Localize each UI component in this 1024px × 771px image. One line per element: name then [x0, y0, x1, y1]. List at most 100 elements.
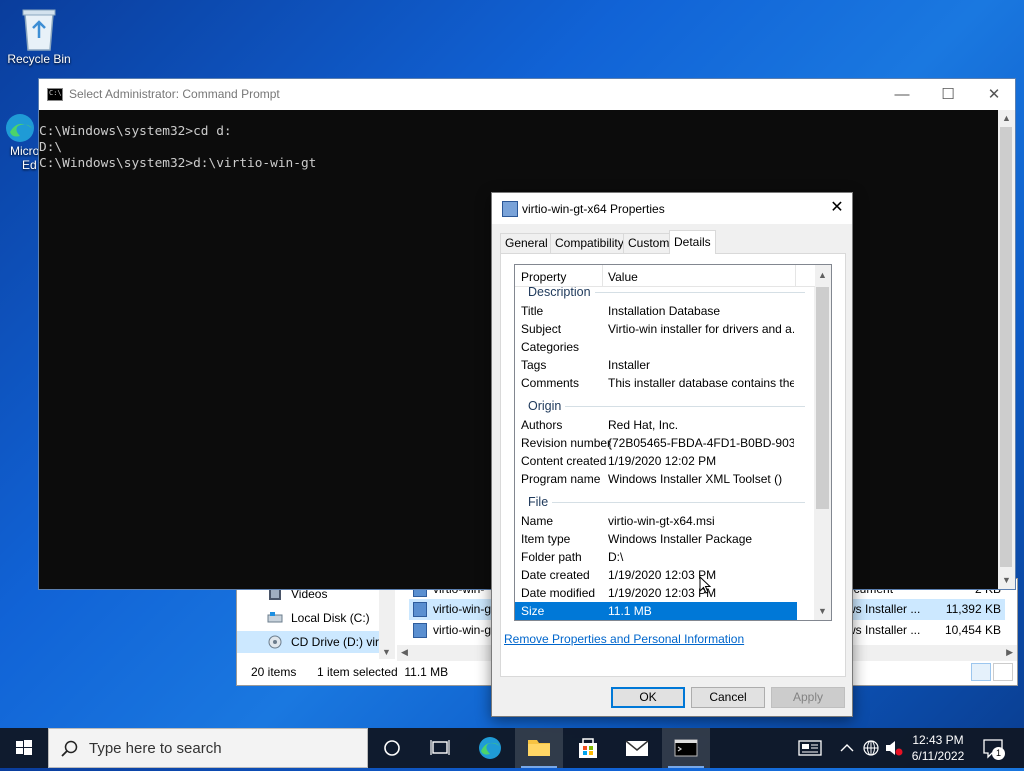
- recycle-bin-label: Recycle Bin: [7, 52, 71, 66]
- clock-date: 6/11/2022: [911, 749, 965, 763]
- console-line: C:\Windows\system32>cd d:: [39, 124, 232, 139]
- news-widget-button[interactable]: [794, 728, 828, 768]
- ok-button[interactable]: OK: [611, 687, 685, 708]
- chevron-up-icon: [840, 744, 854, 752]
- listview-scroll-thumb[interactable]: [816, 287, 829, 509]
- cmd-taskbar-button[interactable]: [662, 728, 710, 768]
- news-icon: [798, 740, 822, 756]
- scroll-down-icon[interactable]: ▼: [814, 603, 831, 620]
- listview-scrollbar[interactable]: ▲ ▼: [814, 265, 831, 620]
- property-row[interactable]: Tags Installer: [515, 356, 797, 374]
- console-line: C:\Windows\system32>d:\virtio-win-gt: [39, 156, 317, 171]
- property-row[interactable]: Revision number {72B05465-FBDA-4FD1-B0BD-…: [515, 434, 797, 452]
- property-row[interactable]: Content created 1/19/2020 12:02 PM: [515, 452, 797, 470]
- show-hidden-icons-button[interactable]: [836, 728, 858, 768]
- notifications-button[interactable]: 1: [978, 728, 1008, 768]
- property-row[interactable]: Folder path D:\: [515, 548, 797, 566]
- close-button[interactable]: ✕: [822, 193, 852, 224]
- cmd-icon: [674, 739, 698, 757]
- taskbar: Type here to search 12:43 PM 6/11/2022 1: [0, 728, 1024, 768]
- search-placeholder: Type here to search: [89, 740, 222, 757]
- cmd-scrollbar[interactable]: ▲ ▼: [998, 110, 1015, 589]
- property-row-selected[interactable]: Size 11.1 MB: [515, 602, 797, 620]
- msi-file-icon: [413, 602, 427, 617]
- edge-icon: [479, 737, 501, 759]
- minimize-button[interactable]: —: [879, 79, 925, 110]
- details-view-icon[interactable]: [971, 663, 991, 681]
- drive-icon: [267, 610, 283, 626]
- column-header-property[interactable]: Property: [521, 270, 566, 284]
- tab-general[interactable]: General: [500, 233, 553, 253]
- nav-item-cd-drive[interactable]: CD Drive (D:) virt: [237, 631, 387, 653]
- details-listview[interactable]: Property Value Description Title Installa…: [514, 264, 832, 621]
- property-row[interactable]: Program name Windows Installer XML Toolse…: [515, 470, 797, 488]
- property-row[interactable]: Name virtio-win-gt-x64.msi: [515, 512, 797, 530]
- edge-icon: [4, 112, 36, 144]
- console-line: D:\: [39, 140, 63, 155]
- task-view-icon: [430, 740, 450, 755]
- property-row[interactable]: Subject Virtio-win installer for drivers …: [515, 320, 797, 338]
- edge-label-line1: Micro: [10, 144, 40, 158]
- maximize-button[interactable]: ☐: [925, 79, 971, 110]
- clock-time: 12:43 PM: [912, 733, 964, 747]
- store-bag-icon: [579, 738, 597, 758]
- large-icons-view-icon[interactable]: [993, 663, 1013, 681]
- cmd-title: Select Administrator: Command Prompt: [69, 87, 280, 101]
- scroll-up-icon[interactable]: ▲: [998, 110, 1015, 127]
- store-taskbar-button[interactable]: [564, 728, 612, 768]
- status-item-count: 20 items: [251, 665, 297, 679]
- property-row[interactable]: Title Installation Database: [515, 302, 797, 320]
- recycle-bin-icon: [19, 6, 59, 52]
- folder-icon: [528, 740, 550, 756]
- edge-desktop-icon[interactable]: Micro Ed: [0, 112, 40, 172]
- tab-compatibility[interactable]: Compatibility: [550, 233, 629, 253]
- tab-custom[interactable]: Custom: [623, 233, 675, 253]
- edge-taskbar-button[interactable]: [466, 728, 514, 768]
- properties-dialog[interactable]: virtio-win-gt-x64 Properties ✕ General C…: [491, 192, 853, 717]
- nav-item-local-disk[interactable]: Local Disk (C:): [237, 607, 387, 629]
- network-tray-button[interactable]: [860, 728, 882, 768]
- taskbar-search-box[interactable]: Type here to search: [48, 728, 368, 768]
- property-row[interactable]: Item type Windows Installer Package: [515, 530, 797, 548]
- cmd-scroll-thumb[interactable]: [1000, 127, 1012, 567]
- properties-title: virtio-win-gt-x64 Properties: [522, 202, 665, 216]
- windows-logo-icon: [16, 740, 32, 755]
- group-header-file: File: [515, 492, 807, 512]
- cancel-button[interactable]: Cancel: [691, 687, 765, 708]
- property-row[interactable]: Categories: [515, 338, 797, 356]
- task-view-button[interactable]: [368, 728, 416, 768]
- cmd-titlebar[interactable]: C:\ Select Administrator: Command Prompt…: [39, 79, 1015, 110]
- notification-count-badge: 1: [992, 747, 1005, 760]
- cmd-icon: C:\: [47, 88, 63, 101]
- cortana-circle-icon: [384, 740, 400, 756]
- file-explorer-taskbar-button[interactable]: [515, 728, 563, 768]
- msi-file-icon: [413, 623, 427, 638]
- listview-header: Property Value: [515, 265, 815, 287]
- installer-package-icon: [502, 201, 518, 217]
- property-row[interactable]: Authors Red Hat, Inc.: [515, 416, 797, 434]
- start-button[interactable]: [0, 728, 48, 768]
- column-header-value[interactable]: Value: [608, 270, 638, 284]
- property-row[interactable]: Date created 1/19/2020 12:03 PM: [515, 566, 797, 584]
- network-globe-icon: [863, 740, 879, 756]
- edge-label-line2: Ed: [22, 158, 37, 172]
- apply-button[interactable]: Apply: [771, 687, 845, 708]
- mail-taskbar-button[interactable]: [613, 728, 661, 768]
- scroll-up-icon[interactable]: ▲: [814, 267, 831, 284]
- scroll-down-icon[interactable]: ▼: [998, 572, 1015, 589]
- remove-properties-link[interactable]: Remove Properties and Personal Informati…: [504, 632, 744, 646]
- property-row[interactable]: Comments This installer database contains…: [515, 374, 797, 392]
- scroll-right-icon: ▶: [1006, 647, 1013, 657]
- taskbar-clock[interactable]: 12:43 PM 6/11/2022: [900, 732, 976, 764]
- details-panel: Property Value Description Title Installa…: [500, 253, 846, 677]
- recycle-bin-desktop-icon[interactable]: Recycle Bin: [2, 6, 76, 66]
- close-button[interactable]: ✕: [971, 79, 1017, 110]
- navigation-pane: Videos Local Disk (C:) CD Drive (D:) vir…: [237, 579, 395, 659]
- properties-titlebar[interactable]: virtio-win-gt-x64 Properties ✕: [492, 193, 852, 224]
- tab-details[interactable]: Details: [669, 230, 716, 254]
- property-row[interactable]: Date modified 1/19/2020 12:03 PM: [515, 584, 797, 602]
- timeline-button[interactable]: [416, 728, 464, 768]
- mouse-cursor-icon: [699, 576, 711, 594]
- nav-scrollbar[interactable]: ▼: [379, 579, 395, 659]
- scroll-left-icon: ◀: [401, 647, 408, 657]
